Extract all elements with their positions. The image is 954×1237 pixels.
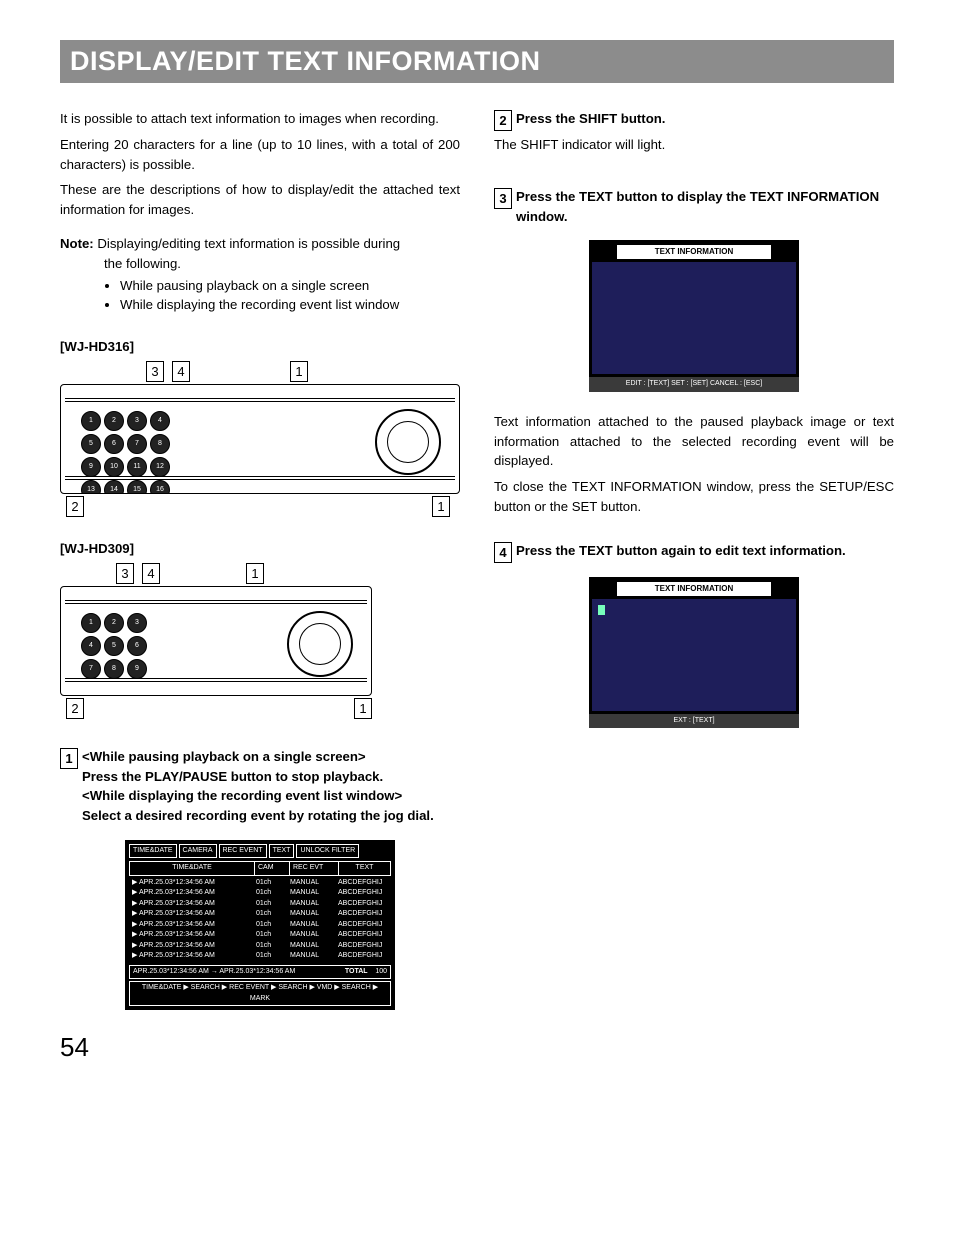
callout-2: 2 — [66, 698, 84, 719]
table-row: ▶ APR.25.03*12:34:56 AM01chMANUALABCDEFG… — [129, 909, 391, 920]
step3-body1: Text information attached to the paused … — [494, 412, 894, 471]
note-bullets: While pausing playback on a single scree… — [60, 276, 460, 316]
right-column: 2 Press the SHIFT button. The SHIFT indi… — [494, 109, 894, 1010]
callout-1: 1 — [354, 698, 372, 719]
step1-l4: Select a desired recording event by rota… — [82, 808, 434, 823]
step1-head: 1 <While pausing playback on a single sc… — [60, 747, 460, 826]
callout-2: 2 — [66, 496, 84, 517]
intro-p3: These are the descriptions of how to dis… — [60, 180, 460, 220]
step4-number: 4 — [494, 542, 512, 563]
event-tabs: TIME&DATE CAMERA REC EVENT TEXT UNLOCK F… — [129, 844, 391, 859]
device-panel-309: 123 456 789 — [60, 586, 372, 696]
table-row: ▶ APR.25.03*12:34:56 AM01chMANUALABCDEFG… — [129, 951, 391, 962]
model-heading-316: [WJ-HD316] — [60, 337, 460, 357]
step3-title: Press the TEXT button to display the TEX… — [516, 187, 894, 227]
table-row: ▶ APR.25.03*12:34:56 AM01chMANUALABCDEFG… — [129, 920, 391, 931]
step1-l1: <While pausing playback on a single scre… — [82, 749, 366, 764]
ti-footer: EDIT : [TEXT] SET : [SET] CANCEL : [ESC] — [589, 377, 799, 392]
device-panel-316: 1234 5678 9101112 13141516 — [60, 384, 460, 494]
callout-1: 1 — [290, 361, 308, 382]
ti-footer: EXT : [TEXT] — [589, 714, 799, 729]
ti-title: TEXT INFORMATION — [617, 245, 771, 259]
callout-4: 4 — [142, 563, 160, 584]
step3-body2: To close the TEXT INFORMATION window, pr… — [494, 477, 894, 517]
step2-body: The SHIFT indicator will light. — [494, 137, 665, 152]
event-header: TIME&DATE CAM REC EVT TEXT — [129, 861, 391, 876]
step2-number: 2 — [494, 110, 512, 131]
callout-4: 4 — [172, 361, 190, 382]
content-columns: It is possible to attach text informatio… — [60, 109, 894, 1010]
table-row: ▶ APR.25.03*12:34:56 AM01chMANUALABCDEFG… — [129, 941, 391, 952]
step4-title: Press the TEXT button again to edit text… — [516, 541, 846, 561]
intro-p2: Entering 20 characters for a line (up to… — [60, 135, 460, 175]
step3-number: 3 — [494, 188, 512, 209]
table-row: ▶ APR.25.03*12:34:56 AM01chMANUALABCDEFG… — [129, 878, 391, 889]
device-figure-309: 3 4 1 123 456 789 2 1 — [60, 563, 460, 719]
note-text-b: the following. — [104, 254, 460, 274]
note-bullet: While pausing playback on a single scree… — [120, 276, 460, 296]
step4-head: 4 Press the TEXT button again to edit te… — [494, 541, 894, 563]
step3-head: 3 Press the TEXT button to display the T… — [494, 187, 894, 227]
table-row: ▶ APR.25.03*12:34:56 AM01chMANUALABCDEFG… — [129, 888, 391, 899]
table-row: ▶ APR.25.03*12:34:56 AM01chMANUALABCDEFG… — [129, 930, 391, 941]
event-list-figure: TIME&DATE CAMERA REC EVENT TEXT UNLOCK F… — [125, 840, 395, 1011]
tab-text: TEXT — [269, 844, 295, 859]
intro-p1: It is possible to attach text informatio… — [60, 109, 460, 129]
section-title: DISPLAY/EDIT TEXT INFORMATION — [60, 40, 894, 83]
step1-number: 1 — [60, 748, 78, 769]
cursor-icon — [598, 605, 605, 615]
text-info-window-view: TEXT INFORMATION EDIT : [TEXT] SET : [SE… — [589, 240, 799, 392]
tab-unlock: UNLOCK FILTER — [296, 844, 359, 859]
text-info-window-edit: TEXT INFORMATION EXT : [TEXT] — [589, 577, 799, 729]
note-label: Note: — [60, 236, 94, 251]
step1-l2: Press the PLAY/PAUSE button to stop play… — [82, 769, 383, 784]
note-block: Note: Displaying/editing text informatio… — [60, 234, 460, 315]
model-heading-309: [WJ-HD309] — [60, 539, 460, 559]
left-column: It is possible to attach text informatio… — [60, 109, 460, 1010]
page-number: 54 — [60, 1032, 894, 1063]
event-breadcrumb: TIME&DATE ▶ SEARCH ▶ REC EVENT ▶ SEARCH … — [129, 981, 391, 1006]
table-row: ▶ APR.25.03*12:34:56 AM01chMANUALABCDEFG… — [129, 899, 391, 910]
step2-head: 2 Press the SHIFT button. — [494, 109, 894, 131]
tab-camera: CAMERA — [179, 844, 217, 859]
callout-1: 1 — [432, 496, 450, 517]
ti-title: TEXT INFORMATION — [617, 582, 771, 596]
event-footer: APR.25.03*12:34:56 AM → APR.25.03*12:34:… — [129, 965, 391, 980]
manual-page: DISPLAY/EDIT TEXT INFORMATION It is poss… — [0, 0, 954, 1093]
callout-3: 3 — [116, 563, 134, 584]
tab-timedate: TIME&DATE — [129, 844, 177, 859]
step2-title: Press the SHIFT button. — [516, 109, 665, 129]
callout-3: 3 — [146, 361, 164, 382]
callout-1: 1 — [246, 563, 264, 584]
event-rows: ▶ APR.25.03*12:34:56 AM01chMANUALABCDEFG… — [129, 878, 391, 962]
step1-l3: <While displaying the recording event li… — [82, 788, 402, 803]
device-figure-316: 3 4 1 1234 5678 9101112 13141516 — [60, 361, 460, 517]
note-bullet: While displaying the recording event lis… — [120, 295, 460, 315]
tab-recevent: REC EVENT — [219, 844, 267, 859]
note-text-a: Displaying/editing text information is p… — [97, 236, 400, 251]
